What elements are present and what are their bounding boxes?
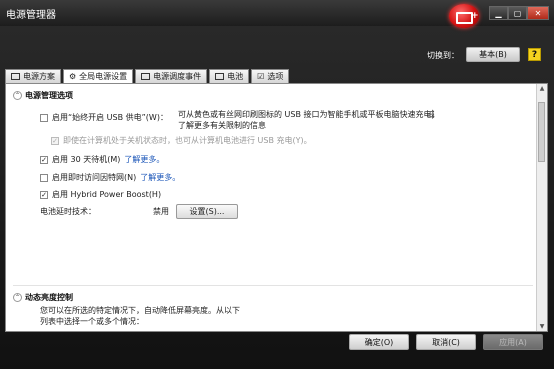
hybrid-boost-row[interactable]: ✓ 启用 Hybrid Power Boost(H): [40, 189, 161, 200]
ok-button[interactable]: 确定(O): [349, 334, 409, 350]
window-title: 电源管理器: [6, 10, 56, 21]
close-button[interactable]: ✕: [527, 6, 549, 20]
title-bar[interactable]: 电源管理器 + ▁ ▢ ✕: [0, 0, 554, 28]
app-window: 电源管理器 + ▁ ▢ ✕ 切换到： 基本(B) ? 电源方案 ⚙ 全局电源设置 …: [0, 0, 554, 369]
usb-sub-option-row[interactable]: ✓ 即使在计算机处于关机状态时，也可从计算机电池进行 USB 充电(Y)。: [51, 135, 312, 146]
hybrid-boost-checkbox[interactable]: ✓: [40, 190, 48, 199]
help-icon[interactable]: ?: [528, 48, 541, 61]
instant-internet-checkbox[interactable]: [40, 173, 48, 182]
apply-button[interactable]: 应用(A): [483, 334, 543, 350]
collapse-icon[interactable]: ⌃: [13, 91, 22, 100]
tab-bar: 电源方案 ⚙ 全局电源设置 电源调度事件 电池 ☑ 选项: [5, 69, 290, 84]
battery-ext-value: 禁用: [153, 207, 169, 216]
section-brightness-header[interactable]: ⌃ 动态亮度控制: [13, 292, 73, 303]
instant-internet-learn-more-link[interactable]: 了解更多。: [140, 172, 180, 183]
settings-panel: ⌃ 电源管理选项 启用“始终开启 USB 供电”(W)： 可从黄色或有丝网印刷图…: [5, 83, 548, 332]
window-controls: ▁ ▢ ✕: [489, 6, 549, 20]
brightness-desc-line2: 列表中选择一个或多个情况：: [40, 317, 144, 326]
section-divider: [13, 285, 533, 286]
gear-icon: ⚙: [69, 72, 77, 81]
minimize-button[interactable]: ▁: [489, 6, 508, 20]
tab-power-schedule[interactable]: 电源调度事件: [135, 69, 208, 83]
battery-ext-label: 电池延时技术：: [40, 207, 96, 216]
instant-internet-row[interactable]: 启用即时访问因特网(N) 了解更多。: [40, 172, 180, 183]
usb-description: 可从黄色或有丝网印刷图标的 USB 接口为智能手机或平板电脑快速充电。: [178, 110, 440, 119]
collapse-icon[interactable]: ⌃: [13, 293, 22, 302]
battery-ext-settings-button[interactable]: 设置(S)...: [176, 204, 238, 219]
tab-power-plans[interactable]: 电源方案: [5, 69, 61, 83]
checkbox-tab-icon: ☑: [257, 71, 265, 81]
usb-always-on-row[interactable]: 启用“始终开启 USB 供电”(W)：: [40, 112, 168, 123]
battery-tab-icon: [11, 73, 20, 80]
usb-icon: ⇶: [427, 110, 435, 120]
standby-learn-more-link[interactable]: 了解更多。: [124, 154, 164, 165]
tab-battery[interactable]: 电池: [209, 69, 250, 83]
scroll-down-arrow-icon[interactable]: ▼: [537, 322, 547, 331]
tab-global-settings[interactable]: ⚙ 全局电源设置: [63, 69, 134, 84]
brightness-desc-line1: 您可以在所选的特定情况下，自动降低屏幕亮度。从以下: [40, 306, 240, 315]
battery-icon: [215, 73, 225, 80]
maximize-button[interactable]: ▢: [508, 6, 527, 20]
footer-bar: 确定(O) 取消(C) 应用(A): [0, 334, 554, 352]
usb-battery-charging-checkbox[interactable]: ✓: [51, 136, 59, 145]
standby-30-row[interactable]: ✓ 启用 30 天待机(M) 了解更多。: [40, 154, 164, 165]
vertical-scrollbar[interactable]: ▲ ▼: [536, 84, 547, 331]
calendar-icon: [141, 73, 151, 80]
power-manager-logo-icon: +: [449, 4, 479, 28]
switch-label: 切换到：: [427, 51, 459, 60]
usb-always-on-checkbox[interactable]: [40, 113, 48, 122]
scroll-up-arrow-icon[interactable]: ▲: [537, 84, 547, 93]
switch-basic-button[interactable]: 基本(B): [466, 47, 520, 62]
scroll-thumb[interactable]: [538, 102, 545, 162]
switch-bar: 切换到： 基本(B) ?: [0, 44, 554, 66]
standby-30-checkbox[interactable]: ✓: [40, 155, 48, 164]
cancel-button[interactable]: 取消(C): [416, 334, 476, 350]
tab-options[interactable]: ☑ 选项: [251, 69, 290, 83]
usb-learn-more-link[interactable]: 了解更多有关限制的信息: [178, 121, 266, 131]
section-power-options-header[interactable]: ⌃ 电源管理选项: [13, 90, 73, 101]
